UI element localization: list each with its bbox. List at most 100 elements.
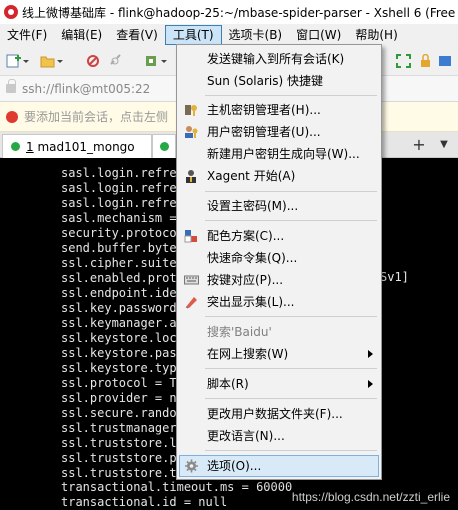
host-key-icon [185,105,197,116]
menu-item-set-master-password[interactable]: 设置主密码(M)... [179,195,379,217]
connected-status-icon [160,142,169,151]
menu-item-search-web[interactable]: 在网上搜索(W) [179,343,379,365]
menu-edit[interactable]: 编辑(E) [54,25,109,45]
menu-separator [205,191,377,192]
terminal-line: ssl.key.password [61,301,177,315]
tab-session-label: mad101_mongo [37,139,135,154]
terminal-line: ssl.protocol = T [61,376,177,390]
menu-view[interactable]: 查看(V) [109,25,165,45]
terminal-line: sasl.login.refre [61,181,177,195]
session-address: ssh://flink@mt005:22 [22,81,151,96]
menu-separator [205,450,377,451]
menu-item-quick-commands[interactable]: 快速命令集(Q)... [179,247,379,269]
menu-file[interactable]: 文件(F) [0,25,54,45]
tab-session-partial[interactable] [152,134,176,158]
title-bar: 线上微博基础库 - flink@hadoop-25:~/mbase-spider… [0,0,458,24]
menu-help[interactable]: 帮助(H) [348,25,404,45]
menu-item-label: 突出显示集(L)... [207,295,295,309]
menu-item-label: 选项(O)... [207,459,262,473]
tab-session[interactable]: 1 mad101_mongo [2,134,152,158]
tab-list-chevron-icon[interactable]: ▼ [436,135,452,155]
terminal-line: ssl.keystore.loc [61,331,177,345]
terminal-line: sasl.login.refre [61,166,177,180]
menu-separator [205,220,377,221]
terminal-line: ssl.secure.rando [61,406,177,420]
terminal-line: ssl.keystore.pas [61,346,177,360]
menu-tools[interactable]: 工具(T) [164,25,222,45]
lock-toolbar-icon[interactable] [418,54,433,68]
menu-item-user-key-manager[interactable]: 用户密钥管理者(U)... [179,121,379,143]
xshell-app-icon [4,5,18,19]
color-scheme-icon [184,230,197,243]
menu-item-label: 主机密钥管理者(H)... [207,103,321,117]
menu-item-script[interactable]: 脚本(R) [179,373,379,395]
menu-item-key-mapping[interactable]: 按键对应(P)... [179,269,379,291]
disconnect-icon[interactable] [86,54,101,68]
menu-item-label: 更改用户数据文件夹(F)... [207,407,343,421]
add-tab-button[interactable]: + [410,135,428,155]
terminal-line: sasl.login.refre [61,196,177,210]
gear-icon [185,459,198,473]
menu-item-label: 配色方案(C)... [207,229,285,243]
info-hint-icon [6,111,18,123]
connected-status-icon [11,142,20,151]
terminal-line: ssl.keystore.typ [61,361,177,375]
terminal-line-fragment: Sv1] [380,270,409,284]
terminal-line: send.buffer.byte [61,241,177,255]
menu-separator [205,368,377,369]
menu-item-send-keys-all[interactable]: 发送键输入到所有会话(K) [179,48,379,70]
link-icon[interactable] [108,54,123,68]
menu-item-label: 脚本(R) [207,377,249,391]
menu-item-xagent-start[interactable]: Xagent 开始(A) [179,165,379,187]
menu-item-color-scheme[interactable]: 配色方案(C)... [179,225,379,247]
menu-item-label: 快速命令集(Q)... [207,251,298,265]
menu-item-label: 设置主密码(M)... [207,199,299,213]
terminal-line: ssl.enabled.prot [61,271,177,285]
info-hint-text: 要添加当前会话，点击左侧 [24,110,169,124]
keyboard-icon [184,275,199,285]
new-session-icon[interactable] [6,54,21,68]
highlight-icon [185,297,197,309]
chevron-down-icon[interactable] [22,54,30,68]
open-folder-icon[interactable] [40,54,55,68]
fullscreen-icon[interactable] [396,54,411,68]
menu-item-label: 用户密钥管理者(U)... [207,125,321,139]
terminal-line: ssl.endpoint.ide [61,286,177,300]
menu-window[interactable]: 窗口(W) [289,25,348,45]
watermark: https://blog.csdn.net/zzti_erlie [291,490,450,504]
chevron-down-icon[interactable] [160,54,168,68]
menu-tabs[interactable]: 选项卡(B) [222,25,290,45]
menu-item-label: 更改语言(N)... [207,429,285,443]
menu-item-host-key-manager[interactable]: 主机密钥管理者(H)... [179,99,379,121]
menu-item-label: 新建用户密钥生成向导(W)... [207,147,360,161]
submenu-arrow-icon [368,350,373,358]
menu-item-search-baidu: 搜索'Baidu' [179,321,379,343]
menu-item-change-data-folder[interactable]: 更改用户数据文件夹(F)... [179,403,379,425]
terminal-line: ssl.provider = n [61,391,177,405]
settings-icon[interactable] [144,54,159,68]
window-title: 线上微博基础库 - flink@hadoop-25:~/mbase-spider… [22,5,458,20]
menu-item-highlight-sets[interactable]: 突出显示集(L)... [179,291,379,313]
terminal-line: sasl.mechanism = [61,211,177,225]
menu-item-label: 搜索'Baidu' [207,325,272,339]
user-key-icon [185,126,198,138]
menu-separator [205,316,377,317]
xagent-icon [186,170,196,183]
menu-item-options[interactable]: 选项(O)... [179,455,379,477]
submenu-arrow-icon [368,380,373,388]
menu-item-label: Xagent 开始(A) [207,169,296,183]
lock-icon [6,79,16,93]
terminal-line: security.protoco [61,226,177,240]
menu-separator [205,95,377,96]
menu-bar: 文件(F) 编辑(E) 查看(V) 工具(T) 选项卡(B) 窗口(W) 帮助(… [0,24,458,46]
menu-item-new-user-key-wizard[interactable]: 新建用户密钥生成向导(W)... [179,143,379,165]
tools-dropdown-menu: 发送键输入到所有会话(K) Sun (Solaris) 快捷键 主机密钥管理者(… [176,44,382,480]
terminal-line: ssl.cipher.suite [61,256,177,270]
terminal-line: ssl.keymanager.a [61,316,177,330]
terminal-line: transactional.timeout.ms = 60000 [61,480,293,494]
menu-item-change-language[interactable]: 更改语言(N)... [179,425,379,447]
menu-item-sun-solaris-keys[interactable]: Sun (Solaris) 快捷键 [179,70,379,92]
menu-item-label: 按键对应(P)... [207,273,284,287]
chevron-down-icon[interactable] [56,54,64,68]
help-icon[interactable] [438,54,453,68]
